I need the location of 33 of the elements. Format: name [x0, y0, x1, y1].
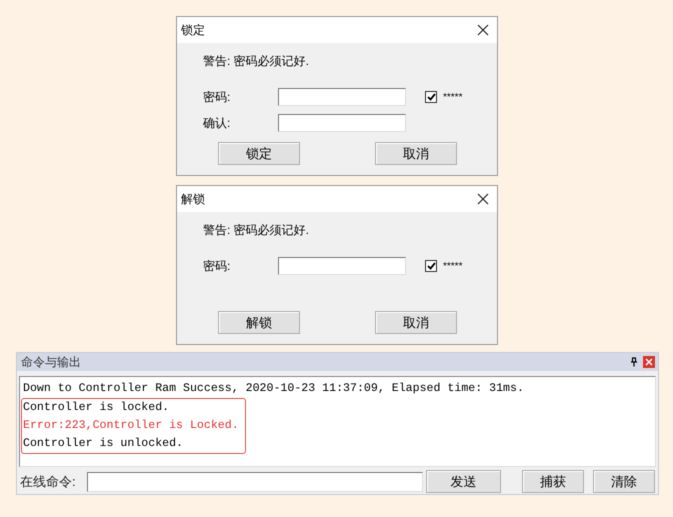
panel-button[interactable]: 清除	[593, 470, 655, 493]
check-icon	[426, 262, 436, 270]
command-label: 在线命令:	[20, 472, 77, 491]
warning-text: 警告: 密码必须记好.	[203, 54, 310, 68]
window-title: 锁定	[181, 22, 205, 39]
close-icon[interactable]	[477, 193, 489, 205]
password-field[interactable]	[278, 88, 406, 106]
log-line: Down to Controller Ram Success, 2020-10-23 11:37:09, Elapsed time: 31ms.	[23, 381, 525, 397]
command-field[interactable]	[87, 472, 423, 492]
checkbox[interactable]	[425, 260, 437, 272]
dialog-button[interactable]: 解锁	[218, 311, 300, 334]
warning-text: 警告: 密码必须记好.	[203, 223, 310, 237]
checkbox-label: *****	[443, 260, 462, 274]
dialog-button[interactable]: 锁定	[218, 142, 300, 165]
check-icon	[426, 93, 436, 101]
checkbox[interactable]	[425, 91, 437, 103]
log-line: Controller is unlocked.	[23, 436, 184, 452]
dialog-button[interactable]: 取消	[375, 311, 457, 334]
panel-button[interactable]: 捕获	[522, 470, 584, 493]
field-label: 确认:	[203, 115, 232, 132]
panel-title: 命令与输出	[21, 354, 81, 371]
panel-button[interactable]: 发送	[426, 470, 501, 493]
window-title: 解锁	[181, 191, 205, 208]
password-field[interactable]	[278, 257, 406, 275]
log-line: Controller is locked.	[23, 400, 170, 416]
password-field[interactable]	[278, 114, 406, 132]
field-label: 密码:	[203, 89, 232, 106]
log-line: Error:223,Controller is Locked.	[23, 418, 239, 434]
pin-icon[interactable]	[630, 357, 638, 367]
dialog-button[interactable]: 取消	[375, 142, 457, 165]
checkbox-label: *****	[443, 90, 462, 104]
close-icon[interactable]	[477, 24, 489, 36]
field-label: 密码:	[203, 258, 232, 275]
